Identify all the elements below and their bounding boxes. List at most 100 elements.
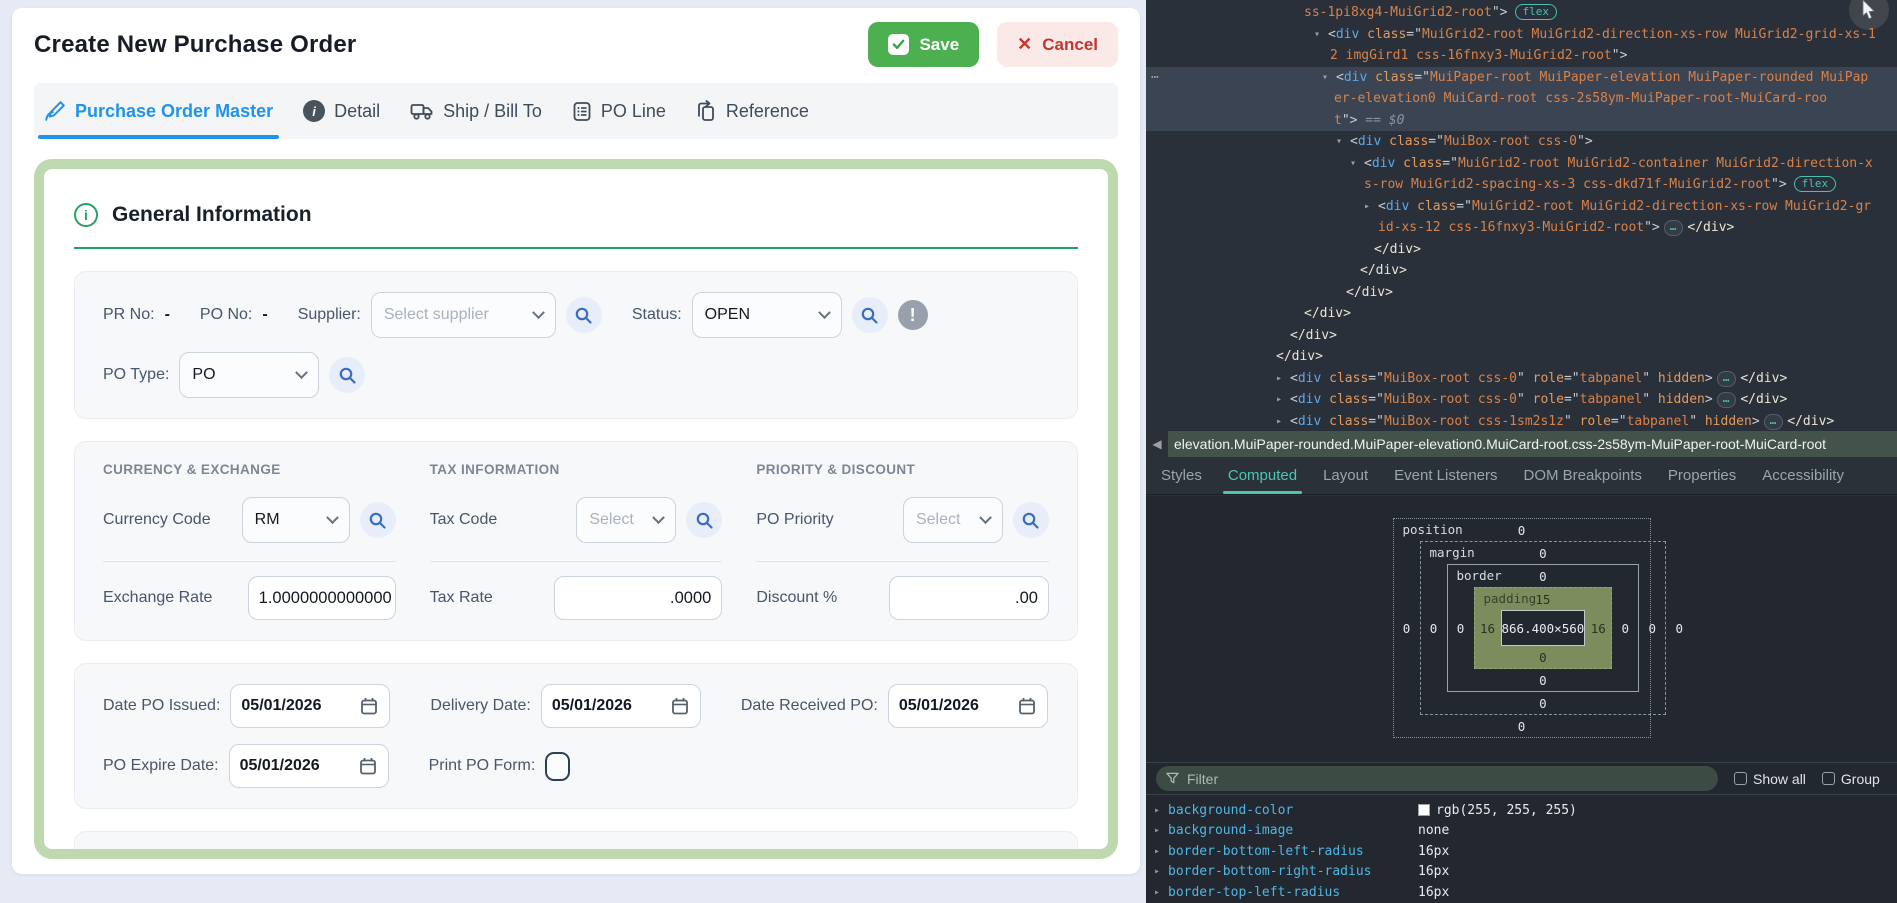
print-po-form-label: Print PO Form: bbox=[429, 757, 536, 775]
collapsed-arrow-icon[interactable]: ▸ bbox=[1154, 887, 1168, 898]
save-button[interactable]: Save bbox=[868, 22, 979, 67]
collapsed-arrow-icon[interactable]: ▸ bbox=[1364, 196, 1370, 218]
devtools-tree-node[interactable]: ▸<div class="MuiBox-root css-0" role="ta… bbox=[1146, 389, 1897, 411]
delivery-date-field[interactable]: 05/01/2026 bbox=[541, 684, 701, 728]
devtools-tree-node[interactable]: t"> == $0 bbox=[1146, 110, 1897, 132]
devtools-tree-node[interactable]: ▾<div class="MuiGrid2-root MuiGrid2-cont… bbox=[1146, 153, 1897, 175]
computed-property-row[interactable]: ▸background-colorrgb(255, 255, 255) bbox=[1146, 800, 1897, 821]
devtools-tree-node[interactable]: ▸<div class="MuiBox-root css-1sm2s1z" ro… bbox=[1146, 411, 1897, 432]
breadcrumb-back-button[interactable]: ◀ bbox=[1146, 431, 1168, 457]
supplier-search-button[interactable] bbox=[566, 297, 602, 333]
devtools-tree-node[interactable]: </div> bbox=[1146, 260, 1897, 282]
devtools-tab-event-listeners[interactable]: Event Listeners bbox=[1381, 457, 1510, 494]
computed-property-row[interactable]: ▸border-bottom-right-radius16px bbox=[1146, 862, 1897, 883]
po-expire-date-field[interactable]: 05/01/2026 bbox=[229, 744, 389, 788]
breadcrumb[interactable]: elevation.MuiPaper-rounded.MuiPaper-elev… bbox=[1168, 431, 1897, 457]
exchange-rate-input[interactable]: 1.0000000000000 bbox=[248, 576, 396, 620]
status-value: OPEN bbox=[705, 306, 750, 324]
currency-code-label: Currency Code bbox=[103, 511, 242, 529]
collapsed-arrow-icon[interactable]: ▸ bbox=[1276, 389, 1282, 411]
expand-arrow-icon[interactable]: ▾ bbox=[1314, 24, 1320, 46]
tab-po-line[interactable]: PO Line bbox=[572, 83, 666, 139]
flex-badge[interactable]: flex bbox=[1515, 4, 1558, 20]
currency-code-select[interactable]: RM bbox=[242, 497, 350, 543]
flex-badge[interactable]: flex bbox=[1794, 176, 1837, 192]
code-segment: MuiGrid2-root MuiGrid2-direction-xs-row … bbox=[1422, 27, 1876, 42]
ellipsis-expand-badge[interactable]: … bbox=[1664, 220, 1684, 236]
code-segment: div bbox=[1298, 414, 1321, 429]
computed-property-row[interactable]: ▸border-top-left-radius16px bbox=[1146, 882, 1897, 903]
ellipsis-expand-badge[interactable]: … bbox=[1717, 371, 1737, 387]
collapsed-arrow-icon[interactable]: ▸ bbox=[1154, 866, 1168, 877]
discount-label: Discount % bbox=[756, 589, 889, 607]
collapsed-arrow-icon[interactable]: ▸ bbox=[1154, 825, 1168, 836]
devtools-tree-node[interactable]: s-row MuiGrid2-spacing-xs-3 css-dkd71f-M… bbox=[1146, 174, 1897, 196]
date-value: 05/01/2026 bbox=[241, 697, 321, 715]
search-icon bbox=[368, 511, 387, 530]
code-segment: </div> bbox=[1290, 328, 1337, 343]
devtools-tree-node[interactable]: ⋯▾<div class="MuiPaper-root MuiPaper-ele… bbox=[1146, 67, 1897, 89]
collapsed-arrow-icon[interactable]: ▸ bbox=[1154, 805, 1168, 816]
devtools-tree-node[interactable]: ss-1pi8xg4-MuiGrid2-root">flex bbox=[1146, 2, 1897, 24]
tab-ship-bill-to[interactable]: Ship / Bill To bbox=[410, 83, 542, 139]
status-alert-icon[interactable]: ! bbox=[898, 300, 928, 330]
devtools-tree-node[interactable]: id-xs-12 css-16fnxy3-MuiGrid2-root">…</d… bbox=[1146, 217, 1897, 239]
ellipsis-expand-badge[interactable]: … bbox=[1717, 392, 1737, 408]
expand-arrow-icon[interactable]: ▾ bbox=[1322, 67, 1328, 89]
po-type-select[interactable]: PO bbox=[179, 352, 319, 398]
devtools-tab-styles[interactable]: Styles bbox=[1148, 457, 1215, 494]
expand-arrow-icon[interactable]: ▾ bbox=[1336, 131, 1342, 153]
discount-input[interactable]: .00 bbox=[889, 576, 1049, 620]
devtools-tree-node[interactable]: ▾<div class="MuiGrid2-root MuiGrid2-dire… bbox=[1146, 24, 1897, 46]
color-swatch bbox=[1418, 804, 1430, 816]
devtools-tree-node[interactable]: </div> bbox=[1146, 303, 1897, 325]
devtools-tree-node[interactable]: er-elevation0 MuiCard-root css-2s58ym-Mu… bbox=[1146, 88, 1897, 110]
date-po-issued-field[interactable]: 05/01/2026 bbox=[230, 684, 390, 728]
devtools-tree-node[interactable]: ▸<div class="MuiGrid2-root MuiGrid2-dire… bbox=[1146, 196, 1897, 218]
computed-property-row[interactable]: ▸border-bottom-left-radius16px bbox=[1146, 841, 1897, 862]
computed-property-row[interactable]: ▸background-imagenone bbox=[1146, 821, 1897, 842]
devtools-tree-node[interactable]: ▾<div class="MuiBox-root css-0"> bbox=[1146, 131, 1897, 153]
show-all-checkbox[interactable]: Show all bbox=[1734, 771, 1806, 787]
supplier-select[interactable]: Select supplier bbox=[371, 292, 556, 338]
print-po-form-checkbox[interactable] bbox=[545, 752, 570, 781]
tax-code-select[interactable]: Select bbox=[576, 497, 676, 543]
devtools-tab-properties[interactable]: Properties bbox=[1655, 457, 1749, 494]
devtools-tab-dom-breakpoints[interactable]: DOM Breakpoints bbox=[1511, 457, 1655, 494]
po-type-search-button[interactable] bbox=[329, 357, 365, 393]
tax-rate-input[interactable]: .0000 bbox=[554, 576, 722, 620]
date-received-po-field[interactable]: 05/01/2026 bbox=[888, 684, 1048, 728]
devtools-tree-node[interactable]: ▸<div class="MuiBox-root css-0" role="ta… bbox=[1146, 368, 1897, 390]
code-segment: </div> bbox=[1276, 349, 1323, 364]
filter-placeholder: Filter bbox=[1187, 771, 1218, 787]
collapsed-arrow-icon[interactable]: ▸ bbox=[1276, 368, 1282, 390]
tab-detail[interactable]: i Detail bbox=[303, 83, 380, 139]
expand-arrow-icon[interactable]: ▾ bbox=[1350, 153, 1356, 175]
devtools-tree-node[interactable]: </div> bbox=[1146, 282, 1897, 304]
devtools-tab-accessibility[interactable]: Accessibility bbox=[1749, 457, 1857, 494]
devtools-tree-node[interactable]: </div> bbox=[1146, 346, 1897, 368]
code-segment: class bbox=[1381, 134, 1428, 149]
devtools-tree-node[interactable]: </div> bbox=[1146, 239, 1897, 261]
currency-search-button[interactable] bbox=[360, 502, 396, 538]
tab-reference[interactable]: Reference bbox=[696, 83, 809, 139]
status-select[interactable]: OPEN bbox=[692, 292, 842, 338]
box-model-diagram[interactable]: position 0 0 margin 0 0 border 0 bbox=[1393, 518, 1651, 738]
code-segment: div bbox=[1336, 27, 1359, 42]
ellipsis-expand-badge[interactable]: … bbox=[1764, 414, 1784, 430]
devtools-tree-node[interactable]: 2 imgGird1 css-16fnxy3-MuiGrid2-root"> bbox=[1146, 45, 1897, 67]
priority-search-button[interactable] bbox=[1013, 502, 1049, 538]
cancel-button[interactable]: ✕ Cancel bbox=[997, 22, 1118, 67]
devtools-tab-layout[interactable]: Layout bbox=[1310, 457, 1381, 494]
tab-purchase-order-master[interactable]: Purchase Order Master bbox=[44, 83, 273, 139]
po-priority-select[interactable]: Select bbox=[903, 497, 1003, 543]
devtools-tree-node[interactable]: </div> bbox=[1146, 325, 1897, 347]
collapsed-arrow-icon[interactable]: ▸ bbox=[1154, 846, 1168, 857]
collapsed-arrow-icon[interactable]: ▸ bbox=[1276, 411, 1282, 432]
group-checkbox[interactable]: Group bbox=[1822, 771, 1880, 787]
tax-search-button[interactable] bbox=[686, 502, 722, 538]
status-search-button[interactable] bbox=[852, 297, 888, 333]
devtools-tab-computed[interactable]: Computed bbox=[1215, 457, 1310, 494]
box-model-position-label: position bbox=[1403, 519, 1463, 541]
filter-input[interactable]: Filter bbox=[1156, 766, 1718, 791]
